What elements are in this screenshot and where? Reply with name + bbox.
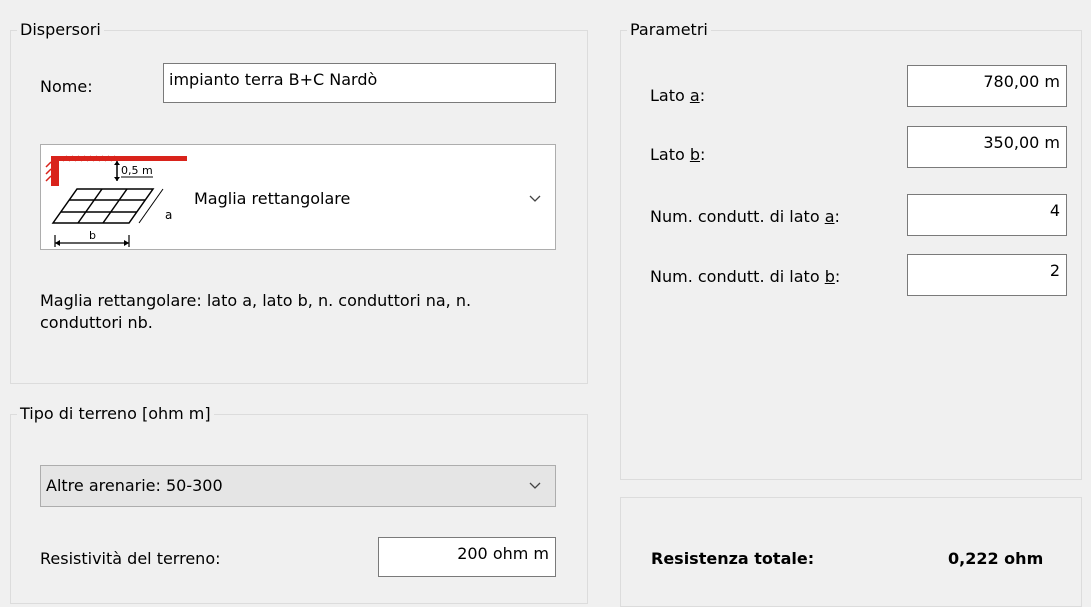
svg-text:0,5 m: 0,5 m [121, 164, 153, 177]
resistenza-totale-value: 0,222 ohm [948, 549, 1044, 568]
resistivita-label: Resistività del terreno: [40, 549, 221, 568]
num-condutt-a-input[interactable]: 4 [907, 194, 1067, 236]
ground-mesh-diagram-icon: 0,5 m a b [45, 155, 187, 247]
svg-text:b: b [89, 229, 96, 242]
num-condutt-a-label: Num. condutt. di lato a: [650, 207, 840, 226]
resistenza-totale-label: Resistenza totale: [651, 549, 815, 568]
lato-b-input[interactable]: 350,00 m [907, 126, 1067, 168]
dispersore-type-selected: Maglia rettangolare [194, 189, 351, 208]
chevron-down-icon [529, 195, 541, 202]
resistivita-input[interactable]: 200 ohm m [378, 537, 556, 577]
nome-input[interactable]: impianto terra B+C Nardò [163, 63, 556, 103]
terreno-type-selected: Altre arenarie: 50-300 [46, 476, 223, 495]
num-condutt-b-input[interactable]: 2 [907, 254, 1067, 296]
terreno-type-select[interactable]: Altre arenarie: 50-300 [40, 465, 556, 507]
dispersore-description: Maglia rettangolare: lato a, lato b, n. … [40, 291, 472, 332]
num-condutt-b-label: Num. condutt. di lato b: [650, 267, 841, 286]
chevron-down-icon [529, 482, 541, 489]
lato-b-label: Lato b: [650, 145, 706, 164]
dispersori-legend: Dispersori [17, 20, 104, 40]
nome-label: Nome: [40, 77, 93, 96]
lato-a-input[interactable]: 780,00 m [907, 65, 1067, 107]
terreno-legend: Tipo di terreno [ohm m] [17, 404, 214, 424]
parametri-legend: Parametri [627, 20, 711, 40]
svg-text:a: a [165, 208, 172, 222]
lato-a-label: Lato a: [650, 86, 706, 105]
dispersore-type-select[interactable]: 0,5 m a b Maglia rettangolare [40, 144, 556, 250]
